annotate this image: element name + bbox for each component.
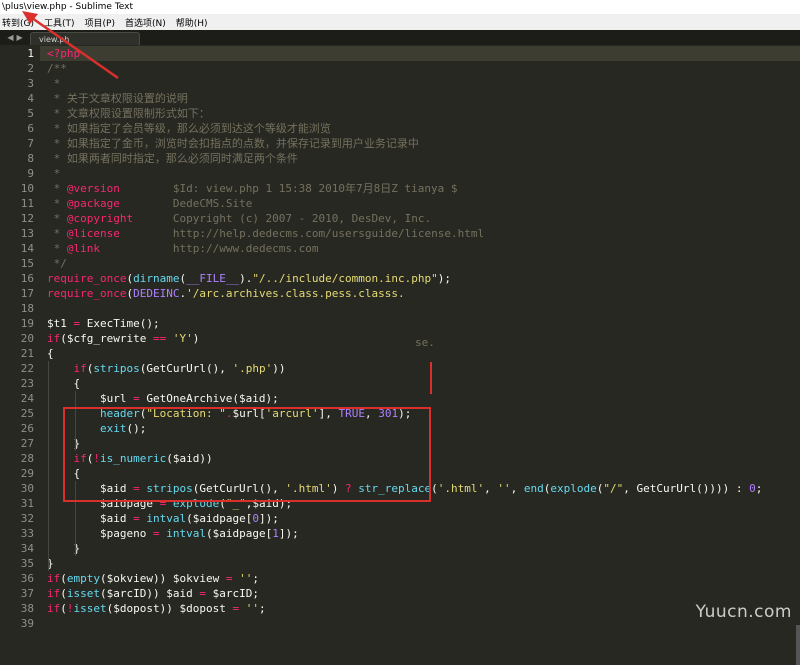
watermark: Yuucn.com	[695, 602, 792, 622]
annotation-arrow-icon	[22, 11, 119, 80]
